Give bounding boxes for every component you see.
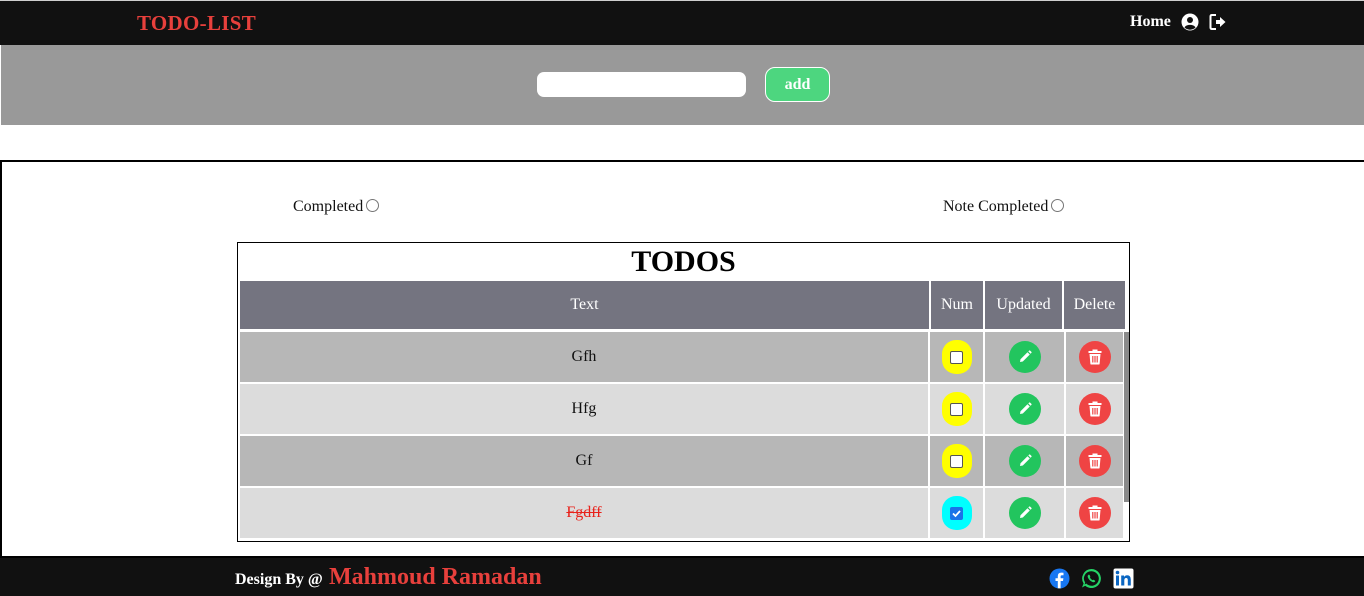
user-circle-icon[interactable] (1181, 13, 1199, 31)
num-cell (930, 332, 983, 382)
trash-icon (1088, 349, 1101, 365)
social-links (1049, 568, 1134, 589)
main-panel: Completed Note Completed TODOS Text Num … (0, 160, 1364, 558)
complete-checkbox[interactable] (950, 506, 963, 520)
add-todo-bar: add (1, 45, 1364, 125)
design-by-label: Design By @ (235, 571, 323, 588)
table-row: Gf (240, 436, 1125, 486)
pencil-icon (1019, 402, 1032, 414)
num-pill (941, 496, 972, 530)
completed-radio[interactable] (366, 198, 380, 212)
num-cell (930, 436, 983, 486)
filter-not-completed-label: Note Completed (943, 198, 1049, 215)
delete-cell (1066, 488, 1123, 538)
todo-text: Hfg (240, 384, 928, 434)
filter-completed-label: Completed (293, 198, 364, 215)
edit-button[interactable] (1008, 445, 1041, 477)
filter-not-completed[interactable]: Note Completed (943, 198, 1065, 216)
linkedin-icon[interactable] (1113, 568, 1134, 589)
todo-text: Gf (240, 436, 928, 486)
trash-icon (1088, 453, 1101, 469)
table-header: Text Num Updated Delete (240, 281, 1127, 329)
pencil-icon (1019, 454, 1032, 466)
delete-button[interactable] (1078, 393, 1111, 425)
trash-icon (1088, 505, 1101, 521)
table-row: Hfg (240, 384, 1125, 434)
num-pill (941, 340, 972, 374)
delete-cell (1066, 332, 1123, 382)
sign-out-icon[interactable] (1209, 13, 1227, 31)
complete-checkbox[interactable] (950, 350, 963, 364)
add-button[interactable]: add (765, 67, 830, 102)
table-row: Fgdff (240, 488, 1125, 538)
num-pill (941, 392, 972, 426)
delete-button[interactable] (1078, 341, 1111, 373)
delete-cell (1066, 436, 1123, 486)
table-row: Gfh (240, 332, 1125, 382)
updated-cell (985, 436, 1064, 486)
table-body: Gfh Hfg Gf Fgdff (240, 332, 1125, 541)
updated-cell (985, 384, 1064, 434)
header-delete: Delete (1064, 281, 1125, 329)
whatsapp-icon[interactable] (1081, 568, 1102, 589)
nav-right: Home (1130, 13, 1227, 31)
complete-checkbox[interactable] (950, 402, 963, 416)
filter-completed[interactable]: Completed (293, 198, 380, 216)
updated-cell (985, 332, 1064, 382)
table-scrollbar[interactable] (1124, 332, 1129, 502)
not-completed-radio[interactable] (1051, 198, 1065, 212)
updated-cell (985, 488, 1064, 538)
header-updated: Updated (985, 281, 1062, 329)
delete-button[interactable] (1078, 497, 1111, 529)
edit-button[interactable] (1008, 497, 1041, 529)
nav-home-link[interactable]: Home (1130, 13, 1171, 31)
brand-logo[interactable]: TODO-LIST (137, 11, 256, 36)
header-num: Num (931, 281, 983, 329)
todos-table: TODOS Text Num Updated Delete Gfh Hfg Gf… (237, 242, 1130, 542)
table-title: TODOS (631, 245, 736, 278)
edit-button[interactable] (1008, 393, 1041, 425)
num-pill (941, 444, 972, 478)
footer: Design By @ Mahmoud Ramadan (0, 558, 1364, 596)
delete-cell (1066, 384, 1123, 434)
pencil-icon (1019, 506, 1032, 518)
num-cell (930, 384, 983, 434)
num-cell (930, 488, 983, 538)
facebook-icon[interactable] (1049, 568, 1070, 589)
todo-text: Gfh (240, 332, 928, 382)
todo-text: Fgdff (240, 488, 928, 538)
navbar: TODO-LIST Home (0, 0, 1364, 45)
pencil-icon (1019, 350, 1032, 362)
edit-button[interactable] (1008, 341, 1041, 373)
checkmark-icon (952, 509, 961, 517)
trash-icon (1088, 401, 1101, 417)
todo-input[interactable] (537, 72, 746, 97)
delete-button[interactable] (1078, 445, 1111, 477)
header-text: Text (240, 281, 929, 329)
author-name: Mahmoud Ramadan (329, 564, 542, 590)
complete-checkbox[interactable] (950, 454, 963, 468)
